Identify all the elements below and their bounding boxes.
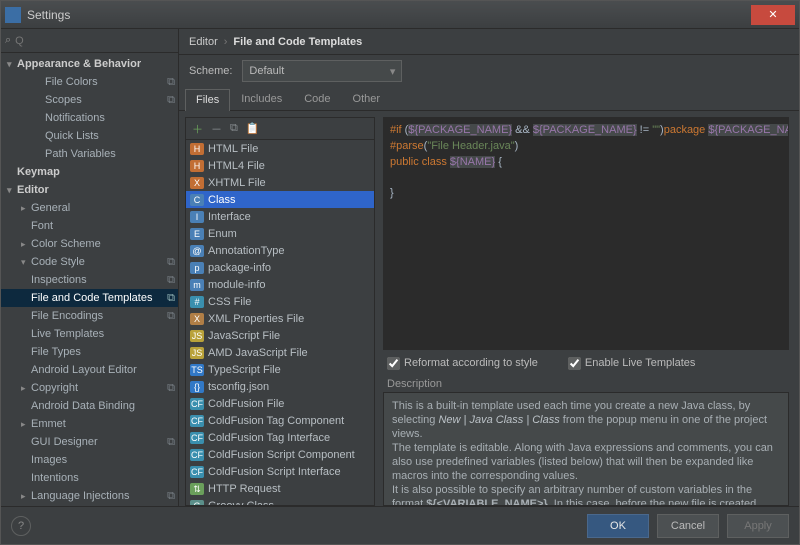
sidebar-item[interactable]: Quick Lists: [1, 127, 178, 145]
template-row[interactable]: JSAMD JavaScript File: [186, 344, 374, 361]
template-list-pane: ＋ － ⧉ 📋 HHTML FileHHTML4 FileXXHTML File…: [185, 117, 375, 506]
breadcrumb-current: File and Code Templates: [233, 36, 362, 48]
sidebar: ⌕ ▾Appearance & BehaviorFile Colors⧉Scop…: [1, 29, 179, 506]
template-editor[interactable]: #if (${PACKAGE_NAME} && ${PACKAGE_NAME} …: [383, 117, 789, 350]
template-row[interactable]: JSJavaScript File: [186, 327, 374, 344]
apply-button[interactable]: Apply: [727, 514, 789, 538]
description-box: This is a built-in template used each ti…: [383, 392, 789, 506]
template-row[interactable]: CFColdFusion Script Interface: [186, 463, 374, 480]
sidebar-item[interactable]: Inspections⧉: [1, 271, 178, 289]
titlebar: Settings ✕: [1, 1, 799, 29]
template-row[interactable]: #CSS File: [186, 293, 374, 310]
sidebar-item[interactable]: File Encodings⧉: [1, 307, 178, 325]
chevron-down-icon: ▾: [390, 65, 396, 78]
template-row[interactable]: HHTML4 File: [186, 157, 374, 174]
dialog-footer: ? OK Cancel Apply: [1, 506, 799, 544]
sidebar-item[interactable]: Images: [1, 451, 178, 469]
tab-other[interactable]: Other: [342, 88, 392, 110]
tab-code[interactable]: Code: [293, 88, 341, 110]
template-row[interactable]: ⇅HTTP Request: [186, 480, 374, 497]
sidebar-item[interactable]: ▸Language Injections⧉: [1, 487, 178, 505]
list-toolbar: ＋ － ⧉ 📋: [186, 118, 374, 140]
search-box[interactable]: ⌕: [1, 29, 178, 53]
sidebar-item[interactable]: Android Data Binding: [1, 397, 178, 415]
template-row[interactable]: GGroovy Class: [186, 497, 374, 505]
help-icon[interactable]: ?: [11, 516, 31, 536]
settings-window: Settings ✕ ⌕ ▾Appearance & BehaviorFile …: [0, 0, 800, 545]
template-row[interactable]: mmodule-info: [186, 276, 374, 293]
sidebar-item[interactable]: ▾Editor: [1, 181, 178, 199]
template-row[interactable]: @AnnotationType: [186, 242, 374, 259]
tab-files[interactable]: Files: [185, 89, 230, 111]
template-row[interactable]: {}tsconfig.json: [186, 378, 374, 395]
template-row[interactable]: EEnum: [186, 225, 374, 242]
search-icon: ⌕: [5, 34, 11, 47]
app-icon: [5, 7, 21, 23]
sidebar-item[interactable]: Keymap: [1, 163, 178, 181]
cancel-button[interactable]: Cancel: [657, 514, 719, 538]
live-templates-check[interactable]: Enable Live Templates: [568, 357, 695, 370]
sidebar-item[interactable]: Path Variables: [1, 145, 178, 163]
sidebar-item[interactable]: ▸General: [1, 199, 178, 217]
template-tabs: FilesIncludesCodeOther: [179, 87, 799, 111]
template-row[interactable]: IInterface: [186, 208, 374, 225]
breadcrumb: Editor › File and Code Templates: [179, 29, 799, 55]
sidebar-item[interactable]: Notifications: [1, 109, 178, 127]
scheme-label: Scheme:: [189, 65, 232, 77]
clipboard-icon[interactable]: 📋: [246, 122, 260, 135]
sidebar-item[interactable]: File Colors⧉: [1, 73, 178, 91]
sidebar-item[interactable]: Intentions: [1, 469, 178, 487]
sidebar-item[interactable]: ▸Color Scheme: [1, 235, 178, 253]
sidebar-item[interactable]: Android Layout Editor: [1, 361, 178, 379]
template-row[interactable]: XXHTML File: [186, 174, 374, 191]
sidebar-item[interactable]: File Types: [1, 343, 178, 361]
description-label: Description: [383, 376, 789, 392]
template-row[interactable]: CFColdFusion File: [186, 395, 374, 412]
template-row[interactable]: XXML Properties File: [186, 310, 374, 327]
sidebar-item[interactable]: Scopes⧉: [1, 91, 178, 109]
template-detail-pane: #if (${PACKAGE_NAME} && ${PACKAGE_NAME} …: [383, 117, 789, 506]
template-row[interactable]: ppackage-info: [186, 259, 374, 276]
ok-button[interactable]: OK: [587, 514, 649, 538]
template-row[interactable]: CClass: [186, 191, 374, 208]
settings-tree[interactable]: ▾Appearance & BehaviorFile Colors⧉Scopes…: [1, 53, 178, 506]
remove-icon[interactable]: －: [211, 121, 222, 137]
sidebar-item[interactable]: ▸Emmet: [1, 415, 178, 433]
reformat-check[interactable]: Reformat according to style: [387, 357, 538, 370]
sidebar-item[interactable]: Live Templates: [1, 325, 178, 343]
sidebar-item[interactable]: Font: [1, 217, 178, 235]
breadcrumb-root[interactable]: Editor: [189, 36, 218, 48]
sidebar-item[interactable]: ▸Copyright⧉: [1, 379, 178, 397]
main-pane: Editor › File and Code Templates Scheme:…: [179, 29, 799, 506]
template-row[interactable]: HHTML File: [186, 140, 374, 157]
tab-includes[interactable]: Includes: [230, 88, 293, 110]
window-title: Settings: [27, 8, 751, 22]
template-row[interactable]: CFColdFusion Tag Interface: [186, 429, 374, 446]
scheme-select[interactable]: Default ▾: [242, 60, 402, 82]
copy-icon[interactable]: ⧉: [230, 122, 238, 135]
template-row[interactable]: CFColdFusion Script Component: [186, 446, 374, 463]
sidebar-item[interactable]: GUI Designer⧉: [1, 433, 178, 451]
scheme-value: Default: [249, 65, 284, 77]
chevron-right-icon: ›: [224, 36, 228, 48]
add-icon[interactable]: ＋: [192, 121, 203, 137]
search-input[interactable]: [15, 35, 174, 47]
sidebar-item[interactable]: ▾Appearance & Behavior: [1, 55, 178, 73]
sidebar-item[interactable]: ▾Code Style⧉: [1, 253, 178, 271]
template-row[interactable]: TSTypeScript File: [186, 361, 374, 378]
sidebar-item[interactable]: File and Code Templates⧉: [1, 289, 178, 307]
close-button[interactable]: ✕: [751, 5, 795, 25]
template-row[interactable]: CFColdFusion Tag Component: [186, 412, 374, 429]
template-list[interactable]: HHTML FileHHTML4 FileXXHTML FileCClassII…: [186, 140, 374, 505]
